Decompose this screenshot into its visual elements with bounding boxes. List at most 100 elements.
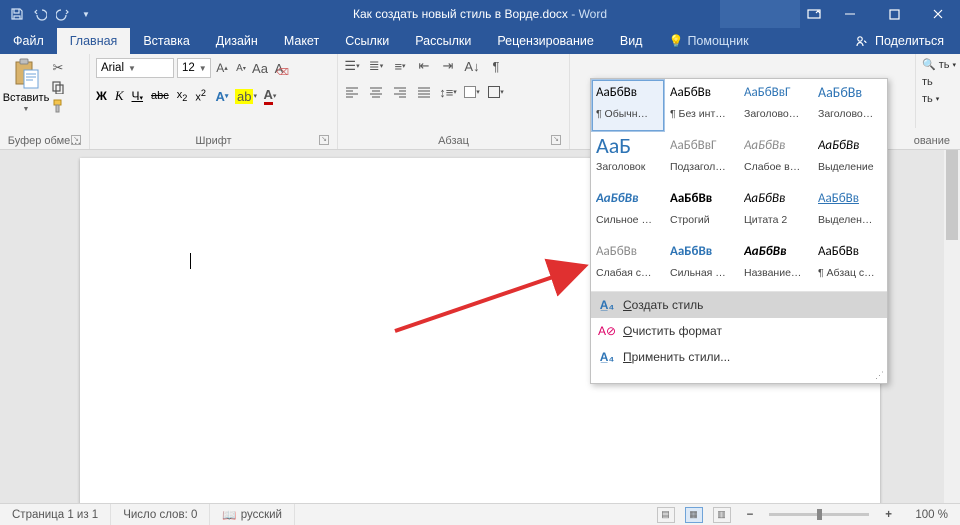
zoom-slider[interactable] [769,513,869,516]
qat-customize-icon[interactable]: ▼ [79,7,93,21]
group-paragraph: ☰▾ ≣▾ ≡▾ ⇤ ⇥ A↓ ¶ ↕≡▾ ▾ ▾ Абзац↘ [338,54,570,149]
clear-format-icon[interactable]: A⌫ [271,60,287,76]
ribbon-display-options-icon[interactable] [800,0,828,28]
shading-icon[interactable]: ▾ [464,84,480,100]
paste-button[interactable]: Вставить ▼ [6,58,46,113]
tab-design[interactable]: Дизайн [203,28,271,54]
resize-grip-icon[interactable]: ⋰ [591,370,887,383]
style-item[interactable]: АаБбВвСлабое в… [739,132,813,185]
subscript-button[interactable]: x2 [177,89,188,103]
italic-button[interactable]: К [115,88,124,104]
multilevel-icon[interactable]: ≡▾ [392,58,408,74]
font-color-icon[interactable]: A▾ [262,88,278,104]
zoom-level[interactable]: 100 % [908,509,954,521]
format-painter-icon[interactable] [50,98,66,114]
increase-indent-icon[interactable]: ⇥ [440,58,456,74]
redo-icon[interactable] [56,7,70,21]
cut-icon[interactable]: ✂ [50,60,66,76]
menu-create-style[interactable]: A̲₄ Создать стиль [591,292,887,318]
view-read-icon[interactable]: ▤ [657,507,675,523]
style-preview: АаБбВв [744,243,810,263]
save-icon[interactable] [10,7,24,21]
style-item[interactable]: АаБбВвЗаголово… [813,79,887,132]
font-name-combo[interactable]: Arial▼ [96,58,174,78]
style-item[interactable]: АаБбВв¶ Обычн… [591,79,665,132]
tab-home[interactable]: Главная [57,28,131,54]
text-effects-icon[interactable]: A▾ [214,88,230,104]
style-preview: АаБбВв [744,190,810,210]
zoom-in-button[interactable]: + [879,509,898,521]
zoom-slider-thumb[interactable] [817,509,822,520]
tab-layout[interactable]: Макет [271,28,332,54]
style-item[interactable]: АаБбВвВыделение [813,132,887,185]
status-language[interactable]: 📖русский [210,504,295,525]
tab-references[interactable]: Ссылки [332,28,402,54]
tab-view[interactable]: Вид [607,28,656,54]
numbering-icon[interactable]: ≣▾ [368,58,384,74]
borders-icon[interactable]: ▾ [488,84,504,100]
view-web-icon[interactable]: ▥ [713,507,731,523]
scrollbar-thumb[interactable] [946,150,958,240]
style-item[interactable]: АаБбВвСильное … [591,185,665,238]
style-item[interactable]: АаБбВвСильная … [665,238,739,291]
minimize-button[interactable] [828,0,872,28]
zoom-out-button[interactable]: − [741,509,760,521]
status-page[interactable]: Страница 1 из 1 [0,504,111,525]
change-case-icon[interactable]: Aa [252,60,268,76]
window-title: Как создать новый стиль в Ворде.docx - W… [353,7,607,21]
tab-mailings[interactable]: Рассылки [402,28,484,54]
sort-icon[interactable]: A↓ [464,58,480,74]
grow-font-icon[interactable]: A▴ [214,60,230,76]
tab-insert[interactable]: Вставка [130,28,202,54]
style-item[interactable]: АаБбВвВыделен… [813,185,887,238]
dialog-launcher-icon[interactable]: ↘ [551,135,561,145]
style-item[interactable]: АаБбВвГПодзагол… [665,132,739,185]
tab-file[interactable]: Файл [0,28,57,54]
dialog-launcher-icon[interactable]: ↘ [71,135,81,145]
decrease-indent-icon[interactable]: ⇤ [416,58,432,74]
view-print-icon[interactable]: ▦ [685,507,703,523]
menu-clear-format[interactable]: A⊘ Очистить формат [591,318,887,344]
account-placeholder[interactable] [720,0,800,28]
find-button[interactable]: 🔍ть▾ [922,58,956,71]
apply-styles-icon: A̲₄ [599,349,615,365]
status-word-count[interactable]: Число слов: 0 [111,504,210,525]
shrink-font-icon[interactable]: A▾ [233,60,249,76]
line-spacing-icon[interactable]: ↕≡▾ [440,84,456,100]
select-button[interactable]: ть▾ [922,93,956,105]
dialog-launcher-icon[interactable]: ↘ [319,135,329,145]
maximize-button[interactable] [872,0,916,28]
app-name: Word [579,7,607,21]
strike-button[interactable]: abc [151,90,169,102]
copy-icon[interactable] [50,79,66,95]
align-center-icon[interactable] [368,84,384,100]
close-button[interactable] [916,0,960,28]
style-name: Выделение [818,157,884,173]
share-button[interactable]: Поделиться [839,28,960,54]
replace-button[interactable]: ть [922,76,956,88]
style-name: Заголовок [596,157,662,173]
style-item[interactable]: АаБбВвНазвание… [739,238,813,291]
align-right-icon[interactable] [392,84,408,100]
bullets-icon[interactable]: ☰▾ [344,58,360,74]
justify-icon[interactable] [416,84,432,100]
show-marks-icon[interactable]: ¶ [488,58,504,74]
undo-icon[interactable] [33,7,47,21]
font-size-combo[interactable]: 12▼ [177,58,211,78]
style-item[interactable]: АаБЗаголовок [591,132,665,185]
style-item[interactable]: АаБбВвЦитата 2 [739,185,813,238]
highlight-icon[interactable]: ab▾ [238,88,254,104]
style-item[interactable]: АаБбВвГЗаголово… [739,79,813,132]
style-item[interactable]: АаБбВвСтрогий [665,185,739,238]
tell-me[interactable]: 💡Помощник [655,28,761,54]
style-item[interactable]: АаБбВв¶ Абзац с… [813,238,887,291]
style-item[interactable]: АаБбВв¶ Без инт… [665,79,739,132]
underline-button[interactable]: Ч▾ [132,89,144,103]
bold-button[interactable]: Ж [96,89,107,103]
align-left-icon[interactable] [344,84,360,100]
superscript-button[interactable]: x2 [195,88,206,104]
style-item[interactable]: АаБбВвСлабая с… [591,238,665,291]
vertical-scrollbar[interactable] [944,150,960,503]
tab-review[interactable]: Рецензирование [484,28,607,54]
menu-apply-styles[interactable]: A̲₄ Применить стили... [591,344,887,370]
